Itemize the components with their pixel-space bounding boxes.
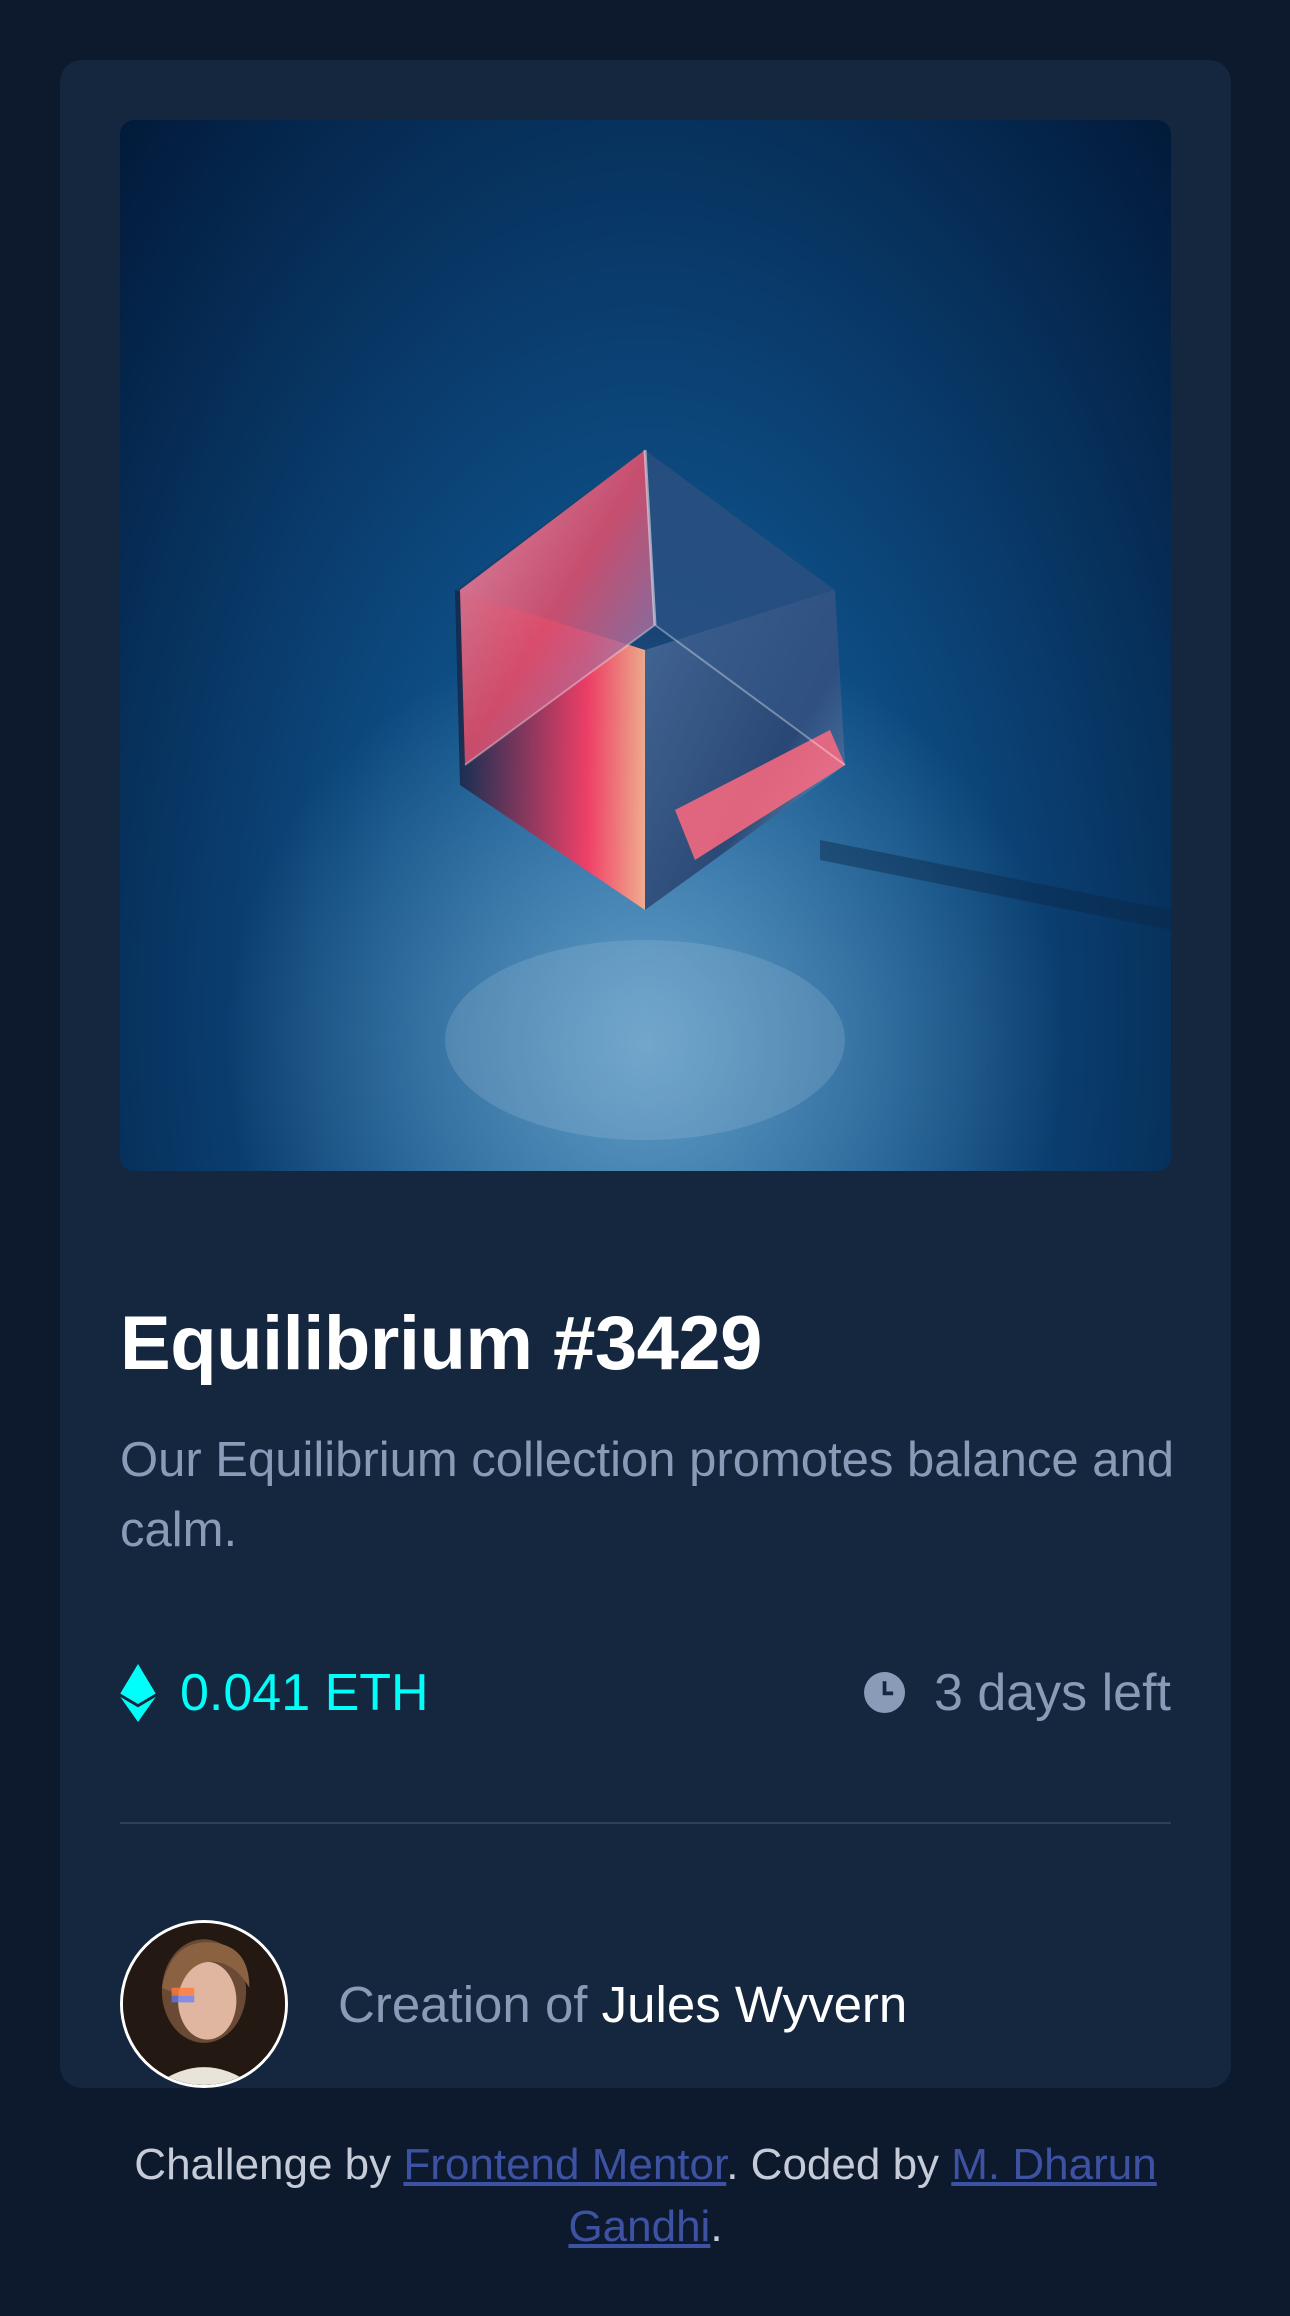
- nft-description: Our Equilibrium collection promotes bala…: [120, 1433, 1175, 1557]
- time-value: 3 days left: [933, 1664, 1171, 1722]
- attribution-middle: . Coded by: [726, 2140, 952, 2189]
- frontend-mentor-link[interactable]: Frontend Mentor: [403, 2140, 726, 2189]
- ethereum-icon: [120, 1664, 156, 1722]
- time-remaining: 3 days left: [863, 1660, 1171, 1726]
- attribution-prefix: Challenge by: [134, 2140, 404, 2189]
- nft-title[interactable]: Equilibrium #3429: [120, 1300, 762, 1387]
- creator-prefix: Creation of: [338, 1975, 602, 2033]
- divider: [120, 1822, 1171, 1824]
- price: 0.041 ETH: [120, 1660, 429, 1726]
- nft-card: Equilibrium #3429 Our Equilibrium collec…: [60, 60, 1231, 2088]
- attribution: Challenge by Frontend Mentor. Coded by M…: [60, 2134, 1231, 2258]
- avatar-image: [123, 1923, 285, 2085]
- nft-image[interactable]: [120, 120, 1171, 1171]
- price-value: 0.041 ETH: [180, 1664, 429, 1722]
- clock-icon: [863, 1672, 905, 1714]
- avatar: [120, 1920, 288, 2088]
- equilibrium-cube-image: [120, 120, 1171, 1171]
- creator: Creation of Jules Wyvern: [120, 1920, 907, 2088]
- creator-name[interactable]: Jules Wyvern: [602, 1976, 908, 2033]
- creator-text: Creation of Jules Wyvern: [338, 1975, 907, 2034]
- attribution-suffix: .: [710, 2202, 723, 2251]
